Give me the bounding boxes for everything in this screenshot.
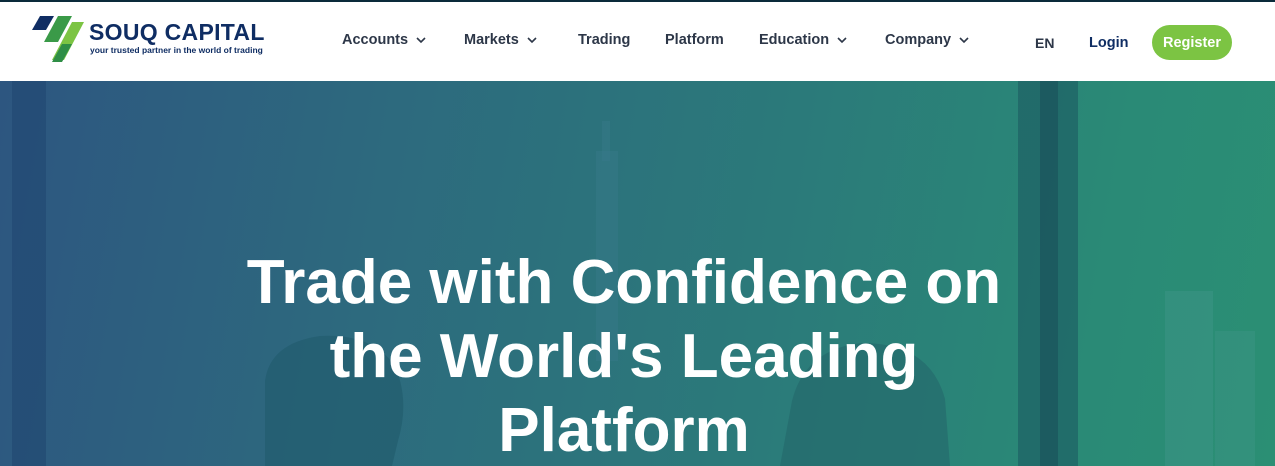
chevron-down-icon — [416, 35, 426, 45]
brand-name: SOUQ CAPITAL — [89, 19, 265, 45]
chevron-down-icon — [959, 35, 969, 45]
nav-item-label: Company — [885, 32, 952, 48]
brand-tagline: your trusted partner in the world of tra… — [90, 45, 263, 55]
language-selector[interactable]: EN — [1035, 35, 1054, 51]
nav-item-accounts[interactable]: Accounts — [342, 32, 426, 48]
nav-item-label: Accounts — [342, 32, 409, 48]
hero-headline-line: Trade with Confidence on — [246, 248, 1002, 317]
nav-item-markets[interactable]: Markets — [464, 32, 537, 48]
nav-item-label: Education — [759, 32, 830, 48]
nav-item-platform[interactable]: Platform — [665, 32, 724, 48]
site-header: SOUQ CAPITAL your trusted partner in the… — [0, 0, 1275, 81]
nav-item-label: Trading — [578, 32, 631, 48]
register-button[interactable]: Register — [1152, 25, 1232, 60]
nav-item-label: Markets — [464, 32, 519, 48]
nav-item-label: Platform — [665, 32, 724, 48]
brand-logo[interactable]: SOUQ CAPITAL your trusted partner in the… — [32, 14, 282, 66]
hero-headline-line: Platform — [498, 396, 750, 465]
nav-item-trading[interactable]: Trading — [578, 32, 630, 48]
hero-section: Trade with Confidence on the World's Lea… — [0, 81, 1275, 466]
hero-headline-line: the World's Leading — [329, 322, 919, 391]
chevron-down-icon — [837, 35, 847, 45]
login-link[interactable]: Login — [1089, 35, 1128, 51]
hero-headline: Trade with Confidence on the World's Lea… — [0, 246, 1248, 466]
nav-item-company[interactable]: Company — [885, 32, 969, 48]
chevron-down-icon — [527, 35, 537, 45]
souq-capital-logo-icon — [32, 16, 84, 62]
nav-item-education[interactable]: Education — [759, 32, 847, 48]
